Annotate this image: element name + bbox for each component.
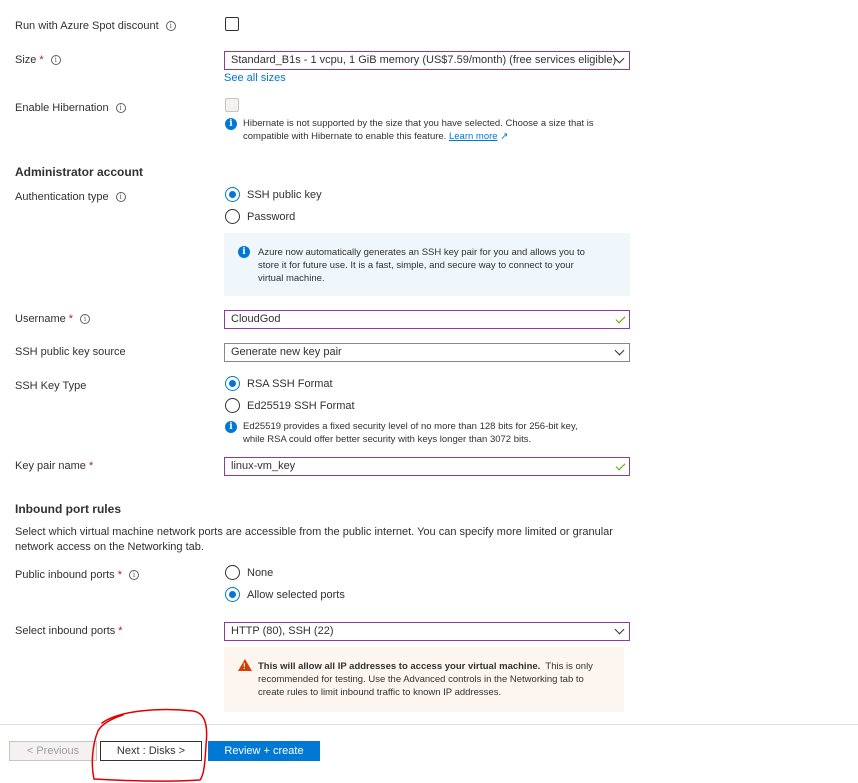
info-icon[interactable]: i xyxy=(115,103,126,113)
key-type-ed25519-radio[interactable]: Ed25519 SSH Format xyxy=(225,398,355,413)
info-icon[interactable]: i xyxy=(80,314,91,324)
info-icon[interactable]: i xyxy=(165,21,176,31)
auth-password-radio[interactable]: Password xyxy=(225,209,295,224)
info-filled-icon: i xyxy=(238,246,250,258)
size-dropdown[interactable]: Standard_B1s - 1 vcpu, 1 GiB memory (US$… xyxy=(224,51,630,70)
learn-more-link[interactable]: Learn more xyxy=(449,131,498,142)
public-ports-allow-radio[interactable]: Allow selected ports xyxy=(225,587,345,602)
select-ports-label: Select inbound ports * xyxy=(15,625,123,637)
ssh-info-box: i Azure now automatically generates an S… xyxy=(224,233,630,296)
key-source-dropdown[interactable]: Generate new key pair xyxy=(224,343,630,362)
inbound-warning-box: ! This will allow all IP addresses to ac… xyxy=(224,647,624,712)
spot-discount-checkbox[interactable] xyxy=(225,17,239,31)
review-create-button[interactable]: Review + create xyxy=(208,741,320,761)
info-icon[interactable]: i xyxy=(50,55,61,65)
info-filled-icon: i xyxy=(225,421,237,433)
info-filled-icon: i xyxy=(225,118,237,130)
public-ports-label: Public inbound ports * i xyxy=(15,569,139,581)
external-link-icon: ↗ xyxy=(500,131,509,142)
warning-icon: ! xyxy=(238,659,252,671)
chevron-down-icon xyxy=(614,624,625,635)
checkmark-icon xyxy=(615,460,626,471)
spot-discount-label: Run with Azure Spot discount i xyxy=(15,20,176,32)
previous-button[interactable]: < Previous xyxy=(9,741,97,761)
info-icon[interactable]: i xyxy=(128,570,139,580)
inbound-section-title: Inbound port rules xyxy=(15,502,121,516)
key-type-note: i Ed25519 provides a fixed security leve… xyxy=(225,420,578,446)
admin-section-title: Administrator account xyxy=(15,165,144,179)
hibernation-label: Enable Hibernation i xyxy=(15,102,126,114)
red-circle-annotation xyxy=(91,708,208,782)
key-type-rsa-radio[interactable]: RSA SSH Format xyxy=(225,376,333,391)
checkmark-icon xyxy=(615,313,626,324)
auth-ssh-radio[interactable]: SSH public key xyxy=(225,187,322,202)
public-ports-none-radio[interactable]: None xyxy=(225,565,273,580)
chevron-down-icon xyxy=(614,345,625,356)
see-all-sizes-link[interactable]: See all sizes xyxy=(224,72,286,84)
select-ports-dropdown[interactable]: HTTP (80), SSH (22) xyxy=(224,622,630,641)
username-label: Username * i xyxy=(15,313,91,325)
key-type-label: SSH Key Type xyxy=(15,380,87,392)
key-name-input[interactable]: linux-vm_key xyxy=(224,457,630,476)
key-name-label: Key pair name * xyxy=(15,460,94,472)
auth-type-label: Authentication type i xyxy=(15,191,126,203)
hibernation-checkbox xyxy=(225,98,239,112)
info-icon[interactable]: i xyxy=(115,192,126,202)
inbound-description: Select which virtual machine network por… xyxy=(15,526,613,553)
key-source-label: SSH public key source xyxy=(15,346,126,358)
username-input[interactable]: CloudGod xyxy=(224,310,630,329)
hibernation-note: i Hibernate is not supported by the size… xyxy=(225,117,594,143)
size-label: Size * i xyxy=(15,54,61,66)
